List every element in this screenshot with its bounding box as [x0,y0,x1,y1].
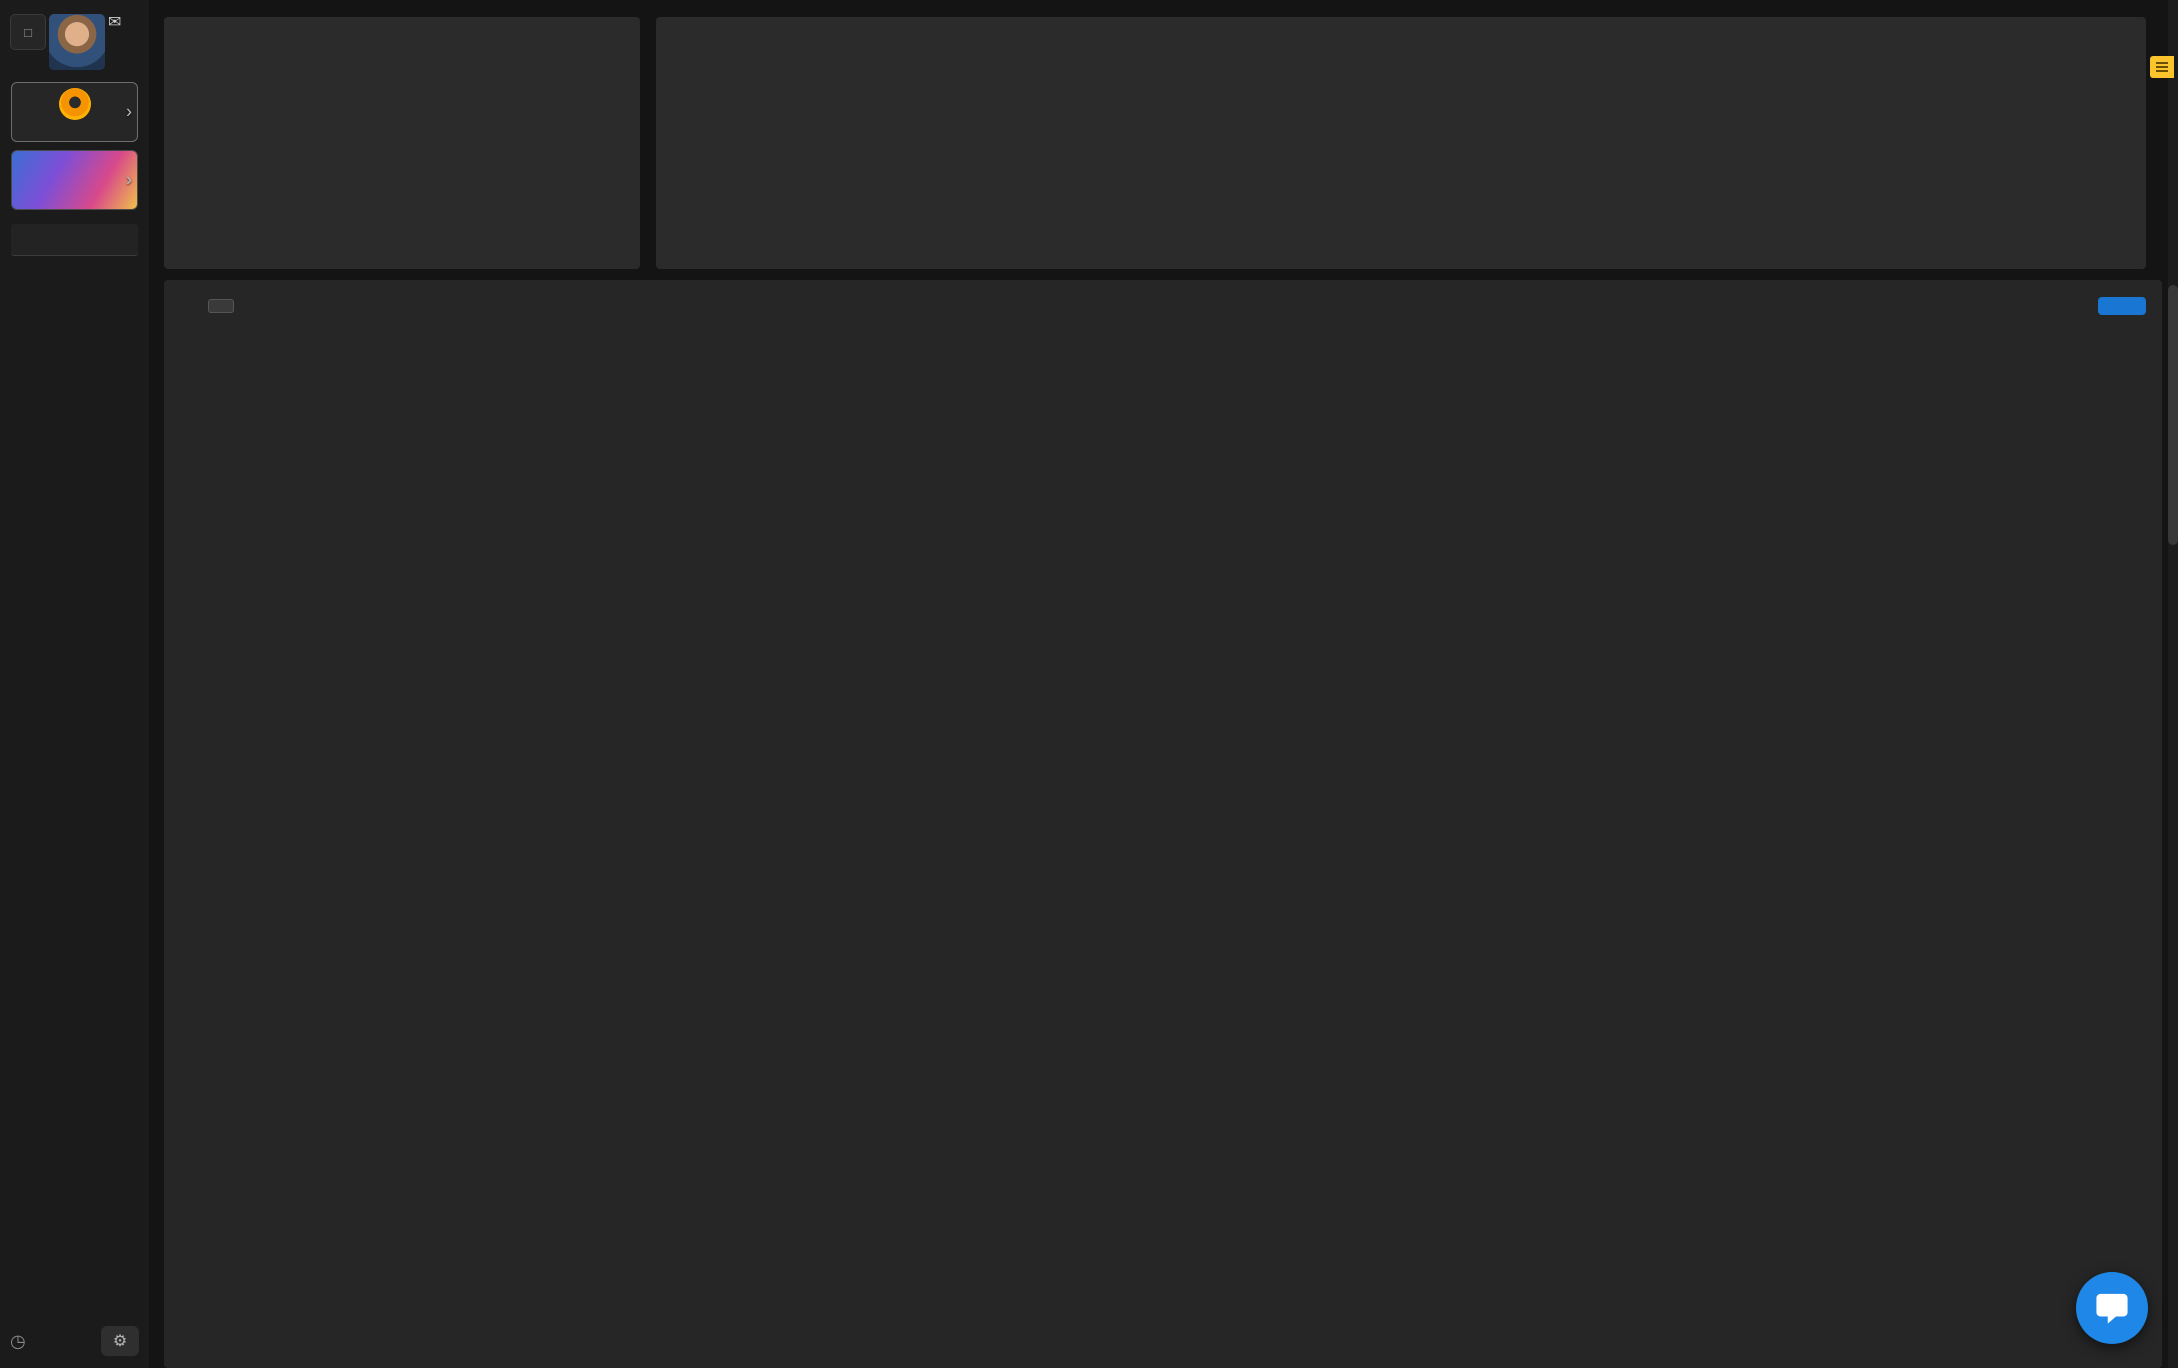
app-page: □ ✉ › › ◷ ⚙ [0,0,2178,1368]
diagram-panel [656,17,2146,269]
chevron-right-icon[interactable]: › [126,170,132,191]
company-switcher[interactable]: › [11,82,138,142]
settings-gear-button[interactable]: ⚙ [101,1326,139,1356]
chat-button[interactable] [2076,1272,2148,1344]
project-switcher[interactable]: › [11,150,138,210]
project-thumbnail [12,151,137,209]
save-button[interactable] [2098,297,2146,315]
hamburger-icon [2156,62,2168,72]
chevron-right-icon[interactable]: › [126,102,132,123]
metrics-grid [190,35,614,53]
cost-trend-chart [656,17,2146,269]
table-toolbar [164,280,2162,331]
sidebar: □ ✉ › › ◷ ⚙ [0,0,149,1368]
sidebar-top: □ ✉ [0,0,149,70]
scrollbar-thumb[interactable] [2168,285,2178,545]
costs-table-wrap [164,331,2162,1368]
company-logo-icon [59,88,91,120]
company-costs-panel [164,280,2162,1368]
costs-summary-panel [164,17,640,269]
reset-table-button[interactable] [208,299,234,313]
chat-icon [2095,1291,2129,1325]
mail-icon: ✉ [108,14,121,32]
square-icon: □ [24,25,32,40]
avatar[interactable] [49,14,105,70]
collapse-sidebar-button[interactable]: □ [10,14,46,50]
mail-widget[interactable]: ✉ [108,14,121,32]
search-input[interactable] [11,224,138,256]
clock-icon: ◷ [10,1331,26,1352]
sidebar-footer: ◷ ⚙ [10,1326,139,1356]
gear-icon: ⚙ [113,1333,127,1350]
vertical-scrollbar[interactable] [2168,0,2178,1368]
chart-menu-button[interactable] [2150,56,2174,78]
